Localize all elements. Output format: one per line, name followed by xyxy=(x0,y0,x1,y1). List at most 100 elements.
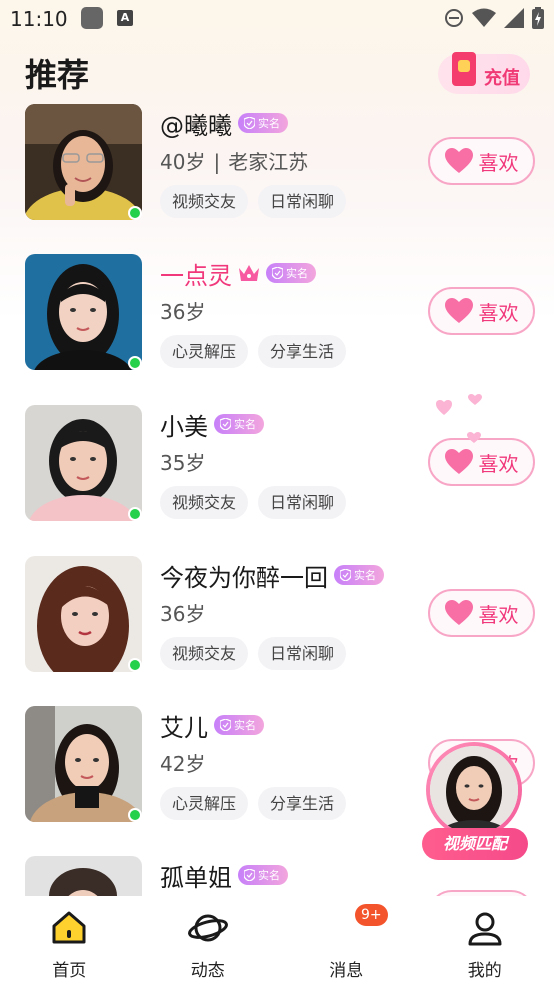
interest-tag: 分享生活 xyxy=(258,787,347,820)
video-match-avatar-ring xyxy=(426,742,522,838)
home-icon xyxy=(52,911,86,944)
like-button[interactable]: 喜欢 xyxy=(428,137,535,185)
signal-icon xyxy=(504,8,524,28)
profile-icon xyxy=(468,912,502,946)
avatar[interactable] xyxy=(25,104,142,220)
interest-tag: 分享生活 xyxy=(258,335,347,368)
crown-icon xyxy=(239,265,259,281)
user-info: 40岁 | 老家江苏 xyxy=(160,146,308,175)
user-name: 孤单姐 xyxy=(160,863,232,892)
nav-item-home[interactable]: 首页 xyxy=(0,896,139,984)
bottom-nav: 首页 动态 9+ 消息 我的 xyxy=(0,896,554,984)
like-label: 喜欢 xyxy=(478,602,519,627)
online-indicator xyxy=(128,356,142,370)
nav-label: 消息 xyxy=(329,961,364,981)
avatar[interactable] xyxy=(25,405,142,521)
avatar[interactable] xyxy=(25,556,142,672)
like-button[interactable]: 喜欢 xyxy=(428,287,535,335)
verified-badge: 实名 xyxy=(266,263,316,283)
status-time: 11:10 xyxy=(10,7,68,31)
shield-icon xyxy=(244,869,255,881)
avatar[interactable] xyxy=(25,856,142,896)
online-indicator xyxy=(128,658,142,672)
nav-label: 我的 xyxy=(467,961,502,981)
nav-item-messages[interactable]: 9+ 消息 xyxy=(277,896,416,984)
user-name: 艾儿 xyxy=(160,713,208,742)
page-title: 推荐 xyxy=(25,56,90,94)
user-hometown: 老家江苏 xyxy=(228,150,309,174)
recharge-label: 充值 xyxy=(484,68,520,89)
verified-label: 实名 xyxy=(234,719,256,732)
status-bar: 11:10 A xyxy=(0,0,554,38)
verified-label: 实名 xyxy=(234,418,256,431)
do-not-disturb-icon xyxy=(445,9,463,27)
shield-icon xyxy=(220,719,231,731)
verified-label: 实名 xyxy=(354,569,376,582)
avatar[interactable] xyxy=(25,706,142,822)
user-name: 一点灵 xyxy=(160,261,232,290)
user-age: 36岁 xyxy=(160,300,206,324)
online-indicator xyxy=(128,507,142,521)
heart-icon xyxy=(444,298,473,323)
system-icons xyxy=(444,7,544,29)
notification-a-icon: A xyxy=(117,10,133,26)
user-name: @曦曦 xyxy=(160,111,232,140)
online-indicator xyxy=(128,808,142,822)
interest-tag: 视频交友 xyxy=(160,486,249,519)
wifi-icon xyxy=(472,8,496,27)
verified-badge: 实名 xyxy=(214,414,264,434)
user-age: 40岁 xyxy=(160,150,206,174)
unread-badge: 9+ xyxy=(355,904,388,926)
shield-icon xyxy=(272,267,283,279)
heart-icon xyxy=(444,449,473,474)
interest-tag: 日常闲聊 xyxy=(258,185,347,218)
like-label: 喜欢 xyxy=(478,150,519,175)
interest-tag: 日常闲聊 xyxy=(258,486,347,519)
user-card[interactable]: 孤单姐 实名 xyxy=(0,856,554,896)
user-info: 35岁 xyxy=(160,447,205,476)
interest-tag: 视频交友 xyxy=(160,185,249,218)
video-match-button[interactable]: 视频匹配 xyxy=(422,742,528,860)
verified-badge: 实名 xyxy=(334,565,384,585)
user-card[interactable]: 一点灵 实名 36岁 心灵解压 分享生活 喜欢 xyxy=(0,254,554,405)
interest-tag: 日常闲聊 xyxy=(258,637,347,670)
online-indicator xyxy=(128,206,142,220)
notification-app-icon xyxy=(81,7,103,29)
battery-icon xyxy=(532,7,544,29)
heart-icon xyxy=(444,600,473,625)
interest-tag: 心灵解压 xyxy=(160,335,249,368)
interest-tag: 心灵解压 xyxy=(160,787,249,820)
red-envelope-icon xyxy=(452,52,476,86)
verified-badge: 实名 xyxy=(238,865,288,885)
verified-label: 实名 xyxy=(258,869,280,882)
interest-tag: 视频交友 xyxy=(160,637,249,670)
info-separator: | xyxy=(213,150,221,174)
user-age: 36岁 xyxy=(160,602,206,626)
nav-item-moments[interactable]: 动态 xyxy=(139,896,278,984)
verified-label: 实名 xyxy=(286,267,308,280)
shield-icon xyxy=(220,418,231,430)
user-info: 42岁 xyxy=(160,748,205,777)
verified-label: 实名 xyxy=(258,117,280,130)
user-age: 35岁 xyxy=(160,451,206,475)
verified-badge: 实名 xyxy=(214,715,264,735)
shield-icon xyxy=(244,117,255,129)
user-info: 36岁 xyxy=(160,296,205,325)
video-match-avatar xyxy=(430,746,518,834)
heart-icon xyxy=(444,148,473,173)
user-card[interactable]: @曦曦 实名 40岁 | 老家江苏 视频交友 日常闲聊 喜欢 xyxy=(0,104,554,255)
user-card[interactable]: 今夜为你醉一回 实名 36岁 视频交友 日常闲聊 喜欢 xyxy=(0,556,554,707)
floating-hearts-icon xyxy=(436,394,482,443)
video-match-label: 视频匹配 xyxy=(422,828,528,860)
like-button[interactable]: 喜欢 xyxy=(428,589,535,637)
planet-icon xyxy=(187,914,228,942)
nav-item-profile[interactable]: 我的 xyxy=(416,896,554,984)
nav-label: 动态 xyxy=(190,961,225,981)
avatar[interactable] xyxy=(25,254,142,370)
recharge-button[interactable]: 充值 xyxy=(438,52,530,94)
nav-label: 首页 xyxy=(52,961,87,981)
like-label: 喜欢 xyxy=(478,300,519,325)
user-age: 42岁 xyxy=(160,752,206,776)
user-name: 小美 xyxy=(160,412,208,441)
shield-icon xyxy=(340,569,351,581)
